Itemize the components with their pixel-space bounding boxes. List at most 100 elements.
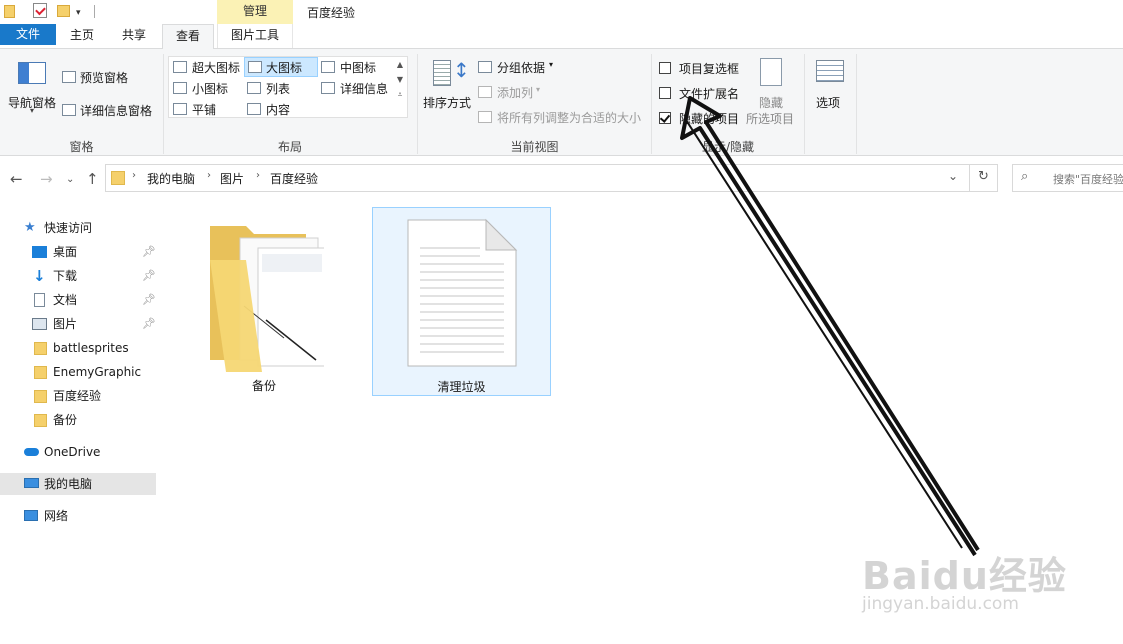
scroll-down-icon[interactable]: ▼ [394, 73, 406, 86]
chevron-down-icon[interactable]: ⌄ [948, 169, 958, 183]
options-label: 选项 [816, 96, 841, 110]
extra-large-icons-icon [173, 61, 187, 73]
nav-item-pictures[interactable]: 图片 📌︎ [18, 313, 156, 335]
forward-button[interactable]: → [40, 170, 53, 188]
add-columns-button: 添加列 ▾ [478, 83, 558, 101]
scroll-up-icon[interactable]: ▲ [394, 58, 406, 71]
extra-large-icons-option[interactable]: 超大图标 [171, 58, 243, 76]
chevron-right-icon[interactable]: › [132, 170, 136, 181]
address-divider [969, 165, 970, 191]
nav-item-backup[interactable]: 备份 [18, 409, 156, 431]
folder-icon [111, 171, 125, 185]
pin-icon[interactable]: 📌︎ [142, 265, 156, 287]
properties-icon[interactable] [33, 3, 47, 18]
details-icon [321, 82, 335, 94]
gallery-scroll[interactable]: ▲ ▼ ⩡ [394, 58, 406, 116]
add-columns-icon [478, 86, 492, 98]
pin-icon[interactable]: 📌︎ [142, 289, 156, 311]
content-option[interactable]: 内容 [245, 100, 317, 118]
sort-arrow-icon: ↕ [453, 58, 470, 82]
breadcrumb-pictures[interactable]: 图片 [220, 170, 244, 187]
tiles-option[interactable]: 平铺 [171, 100, 243, 118]
nav-item-enemygraphic[interactable]: EnemyGraphic [18, 361, 156, 383]
folder-icon [34, 366, 47, 379]
refresh-icon[interactable]: ↻ [978, 169, 989, 184]
navigation-pane-button[interactable]: 导航窗格 ▾ [6, 58, 60, 118]
nav-this-pc[interactable]: 我的电脑 [0, 473, 156, 495]
hidden-items-option[interactable]: 隐藏的项目 [659, 110, 749, 126]
details-pane-button[interactable]: 详细信息窗格 [62, 101, 162, 119]
large-icons-icon [248, 61, 262, 73]
hide-label: 隐藏 [759, 96, 784, 110]
preview-pane-button[interactable]: 预览窗格 [62, 68, 152, 86]
nav-network[interactable]: 网络 [18, 505, 156, 527]
details-option[interactable]: 详细信息 [320, 79, 396, 97]
details-pane-label: 详细信息窗格 [80, 104, 153, 118]
nav-item-downloads[interactable]: ↓ 下载 📌︎ [18, 265, 156, 287]
list-option[interactable]: 列表 [245, 79, 317, 97]
medium-icons-option[interactable]: 中图标 [320, 58, 392, 76]
recent-locations-icon[interactable]: ⌄ [66, 174, 74, 185]
tab-picture-tools[interactable]: 图片工具 [217, 24, 293, 49]
options-icon [816, 60, 844, 82]
preview-pane-icon [62, 71, 76, 83]
small-icons-icon [173, 82, 187, 94]
chevron-right-icon[interactable]: › [256, 170, 260, 181]
content-icon [247, 103, 261, 115]
nav-item-documents[interactable]: 文档 📌︎ [18, 289, 156, 311]
nav-item-desktop[interactable]: 桌面 📌︎ [18, 241, 156, 263]
tab-view[interactable]: 查看 [162, 24, 214, 49]
details-pane-icon [62, 104, 76, 116]
nav-item-label: 百度经验 [53, 389, 102, 403]
quick-access-dropdown-icon[interactable]: ▾ [76, 8, 81, 18]
up-button[interactable]: ↑ [86, 170, 99, 188]
tab-home[interactable]: 主页 [60, 24, 104, 49]
medium-icons-icon [321, 61, 335, 73]
search-input[interactable]: ⌕ 搜索"百度经验" [1012, 164, 1123, 192]
item-checkboxes-option[interactable]: 项目复选框 [659, 60, 749, 76]
options-button[interactable]: 选项 [808, 58, 852, 116]
file-name-label: 备份 [251, 379, 276, 393]
nav-onedrive[interactable]: OneDrive [18, 441, 156, 463]
breadcrumb-this-pc[interactable]: 我的电脑 [147, 170, 195, 187]
network-icon [24, 510, 38, 521]
nav-item-label: 图片 [53, 317, 78, 331]
medium-icons-label: 中图标 [340, 61, 377, 75]
nav-this-pc-label: 我的电脑 [44, 477, 93, 491]
pin-icon[interactable]: 📌︎ [142, 313, 156, 335]
tab-share[interactable]: 共享 [112, 24, 156, 49]
picture-icon [32, 318, 47, 330]
small-icons-option[interactable]: 小图标 [171, 79, 243, 97]
large-icons-label: 大图标 [266, 61, 303, 75]
item-checkboxes-checkbox[interactable] [659, 62, 671, 74]
breadcrumb-current[interactable]: 百度经验 [270, 170, 318, 187]
file-item-text[interactable]: 清理垃圾 [372, 207, 551, 396]
tab-file[interactable]: 文件 [0, 24, 56, 45]
size-all-columns-button[interactable]: 将所有列调整为合适的大小 [478, 108, 648, 126]
sort-by-button[interactable]: ↕ 排序方式 [421, 58, 475, 116]
pin-icon[interactable]: 📌︎ [142, 241, 156, 263]
file-item-folder[interactable]: 备份 [188, 206, 340, 396]
size-columns-icon [478, 111, 492, 123]
divider [804, 54, 805, 154]
chevron-right-icon[interactable]: › [207, 170, 211, 181]
checkmark-icon [659, 112, 671, 123]
back-button[interactable]: ← [10, 170, 23, 188]
large-icons-option[interactable]: 大图标 [244, 57, 318, 77]
watermark-logo: Baidu经验 [862, 554, 1067, 598]
address-bar[interactable]: › 我的电脑 › 图片 › 百度经验 ⌄ ↻ [105, 164, 998, 192]
hide-selected-button[interactable]: 隐藏 所选项目 [746, 58, 798, 126]
item-checkboxes-label: 项目复选框 [679, 62, 740, 76]
text-file-icon [407, 218, 518, 367]
new-folder-icon[interactable] [57, 5, 70, 17]
file-extensions-checkbox[interactable] [659, 87, 671, 99]
nav-quick-access[interactable]: ★ 快速访问 [18, 217, 156, 239]
nav-item-battlesprites[interactable]: battlesprites [18, 337, 156, 359]
content-label: 内容 [266, 103, 291, 117]
file-extensions-option[interactable]: 文件扩展名 [659, 85, 749, 101]
hidden-items-checkbox[interactable] [659, 112, 671, 124]
group-by-button[interactable]: 分组依据 ▾ [478, 58, 558, 76]
nav-item-label: 下载 [53, 269, 78, 283]
nav-item-baidu-jingyan[interactable]: 百度经验 [18, 385, 156, 407]
expand-gallery-icon[interactable]: ⩡ [394, 88, 406, 101]
